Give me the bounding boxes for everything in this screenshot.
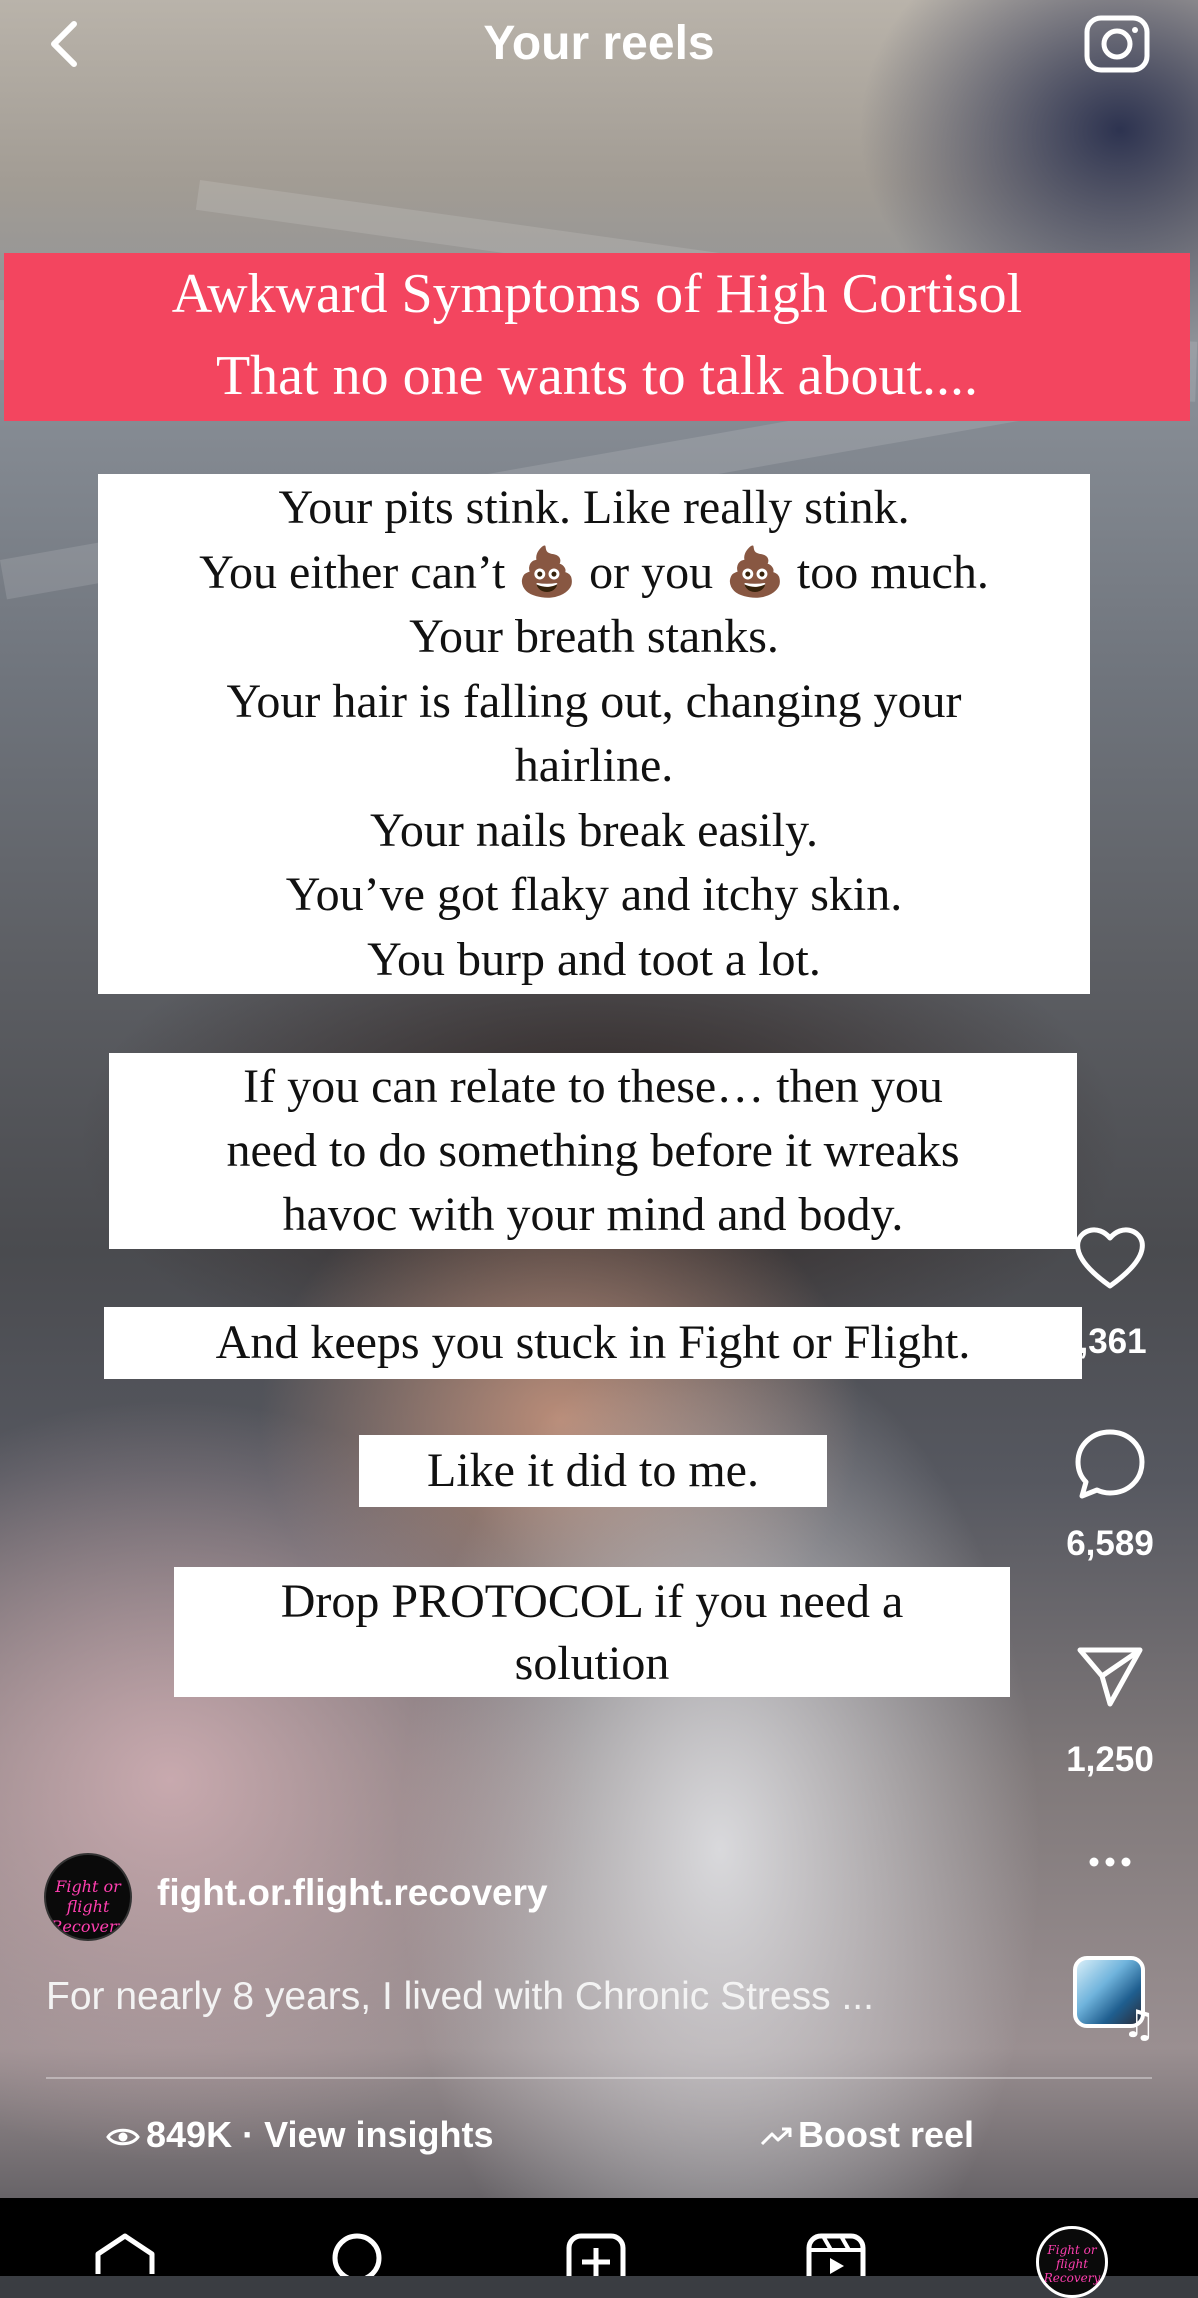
author-username[interactable]: fight.or.flight.recovery bbox=[157, 1872, 548, 1914]
share-button[interactable]: 1,250 bbox=[1030, 1640, 1190, 1780]
title-line: Awkward Symptoms of High Cortisol bbox=[171, 263, 1023, 325]
camera-button[interactable] bbox=[1082, 10, 1152, 76]
symptoms-caption: Your pits stink. Like really stink. You … bbox=[98, 474, 1090, 994]
protocol-line: Drop PROTOCOL if you need a bbox=[280, 1575, 904, 1628]
home-icon[interactable] bbox=[90, 2232, 160, 2276]
symptom-line: Your pits stink. Like really stink. bbox=[278, 481, 910, 534]
camera-icon bbox=[1084, 15, 1150, 73]
more-button[interactable] bbox=[1030, 1852, 1190, 1872]
page-title: Your reels bbox=[483, 17, 715, 70]
comment-icon bbox=[1075, 1429, 1145, 1499]
symptom-line: You either can’t 💩 or you 💩 too much. bbox=[199, 545, 989, 599]
view-count: 849K bbox=[146, 2114, 233, 2155]
separator: · bbox=[242, 2114, 255, 2155]
profile-avatar[interactable]: Fight or flight Recovery bbox=[1036, 2226, 1108, 2298]
more-horizontal-icon bbox=[1089, 1857, 1131, 1867]
relate-line: havoc with your mind and body. bbox=[282, 1188, 904, 1241]
boost-reel-button[interactable]: Boost reel bbox=[760, 2114, 974, 2156]
avatar-logo: Fight or flight Recovery bbox=[50, 1877, 126, 1936]
reel-caption[interactable]: For nearly 8 years, I lived with Chronic… bbox=[46, 1975, 874, 2019]
avatar-logo: Fight or flight Recovery bbox=[1043, 2243, 1101, 2285]
symptom-line: Your breath stanks. bbox=[409, 610, 779, 663]
like-button[interactable] bbox=[1030, 1222, 1190, 1292]
boost-reel-label: Boost reel bbox=[798, 2114, 975, 2155]
bottom-navigation bbox=[0, 2198, 1198, 2276]
symptom-line: Your nails break easily. bbox=[370, 803, 818, 857]
comment-button[interactable]: 6,589 bbox=[1030, 1426, 1190, 1564]
protocol-line: solution bbox=[514, 1637, 670, 1690]
comment-count: 6,589 bbox=[1066, 1524, 1154, 1563]
relate-line: need to do something before it wreaks bbox=[226, 1124, 960, 1177]
relate-line: If you can relate to these… then you bbox=[243, 1060, 943, 1113]
view-insights-button[interactable]: 849K · View insights bbox=[106, 2114, 494, 2156]
share-count: 1,250 bbox=[1066, 1740, 1154, 1779]
symptom-line: hairline. bbox=[514, 739, 674, 792]
protocol-caption: Drop PROTOCOL if you need a solution bbox=[174, 1567, 1010, 1697]
search-icon[interactable] bbox=[322, 2232, 392, 2276]
fight-caption: And keeps you stuck in Fight or Flight. bbox=[104, 1307, 1082, 1379]
author-avatar[interactable]: Fight or flight Recovery bbox=[44, 1853, 132, 1941]
divider bbox=[46, 2077, 1152, 2079]
symptom-line: Your hair is falling out, changing your bbox=[226, 674, 962, 728]
relate-caption: If you can relate to these… then you nee… bbox=[109, 1053, 1077, 1249]
title-line: That no one wants to talk about.... bbox=[215, 345, 979, 407]
view-insights-label: View insights bbox=[264, 2114, 494, 2155]
symptom-line: You’ve got flaky and itchy skin. bbox=[285, 868, 903, 921]
symptom-line: You burp and toot a lot. bbox=[367, 932, 821, 986]
music-note-icon: ♫ bbox=[1122, 2002, 1157, 2046]
like-count: 6,361 bbox=[1059, 1322, 1147, 1361]
send-icon bbox=[1077, 1647, 1143, 1707]
me-caption: Like it did to me. bbox=[359, 1435, 827, 1507]
reel-title-banner: Awkward Symptoms of High Cortisol That n… bbox=[4, 253, 1190, 421]
heart-icon bbox=[1075, 1227, 1145, 1289]
create-icon[interactable] bbox=[561, 2232, 631, 2276]
trend-up-icon bbox=[760, 2127, 792, 2146]
reels-icon[interactable] bbox=[801, 2232, 871, 2276]
eye-icon bbox=[106, 2129, 140, 2146]
